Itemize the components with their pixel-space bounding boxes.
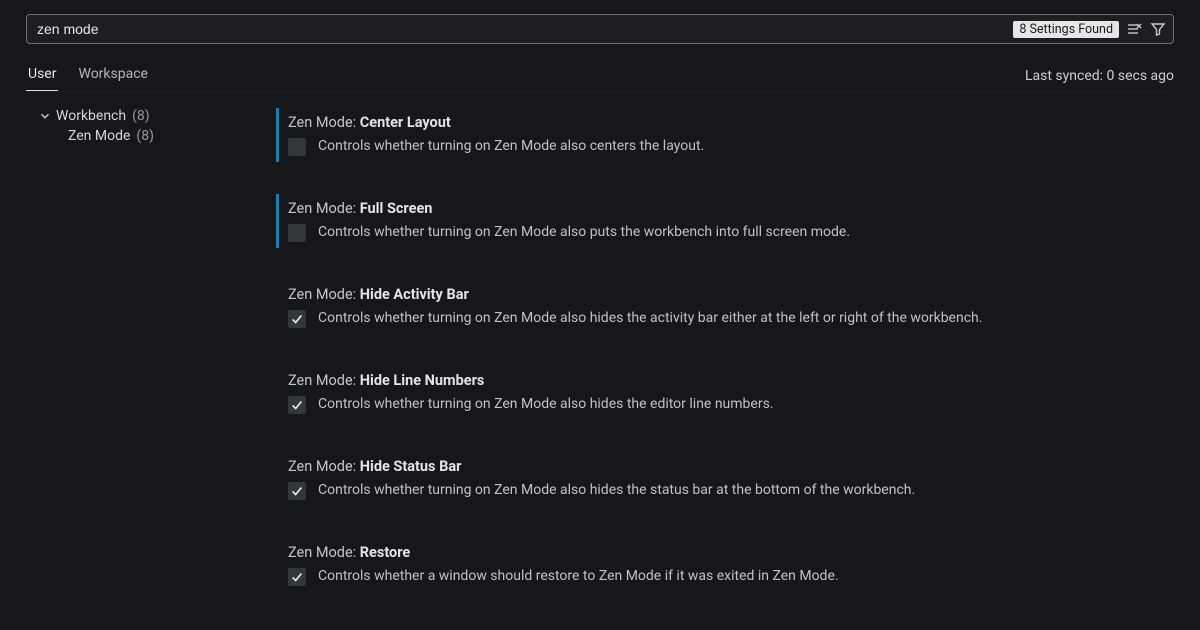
toc-item-workbench[interactable]: Workbench (8) (26, 106, 246, 126)
setting-title-prefix: Zen Mode: (288, 114, 360, 131)
results-count-badge: 8 Settings Found (1013, 21, 1119, 38)
setting-description: Controls whether turning on Zen Mode als… (318, 481, 915, 499)
clear-filters-icon[interactable] (1125, 20, 1143, 38)
settings-list[interactable]: Zen Mode: Center Layout Controls whether … (246, 92, 1174, 630)
setting-checkbox[interactable] (288, 568, 306, 586)
toc-item-zen-mode[interactable]: Zen Mode (8) (26, 126, 246, 146)
setting-item: Zen Mode: Restore Controls whether a wind… (276, 534, 1174, 596)
setting-title-prefix: Zen Mode: (288, 286, 360, 303)
setting-title: Zen Mode: Hide Line Numbers (288, 372, 1174, 389)
setting-body: Controls whether turning on Zen Mode als… (288, 481, 1174, 500)
setting-body: Controls whether turning on Zen Mode als… (288, 223, 1174, 242)
setting-title: Zen Mode: Restore (288, 544, 1174, 561)
setting-checkbox[interactable] (288, 482, 306, 500)
tab-workspace[interactable]: Workspace (76, 60, 150, 91)
scope-row: User Workspace Last synced: 0 secs ago (26, 60, 1174, 92)
setting-body: Controls whether turning on Zen Mode als… (288, 137, 1174, 156)
search-input[interactable] (27, 15, 1013, 43)
setting-body: Controls whether turning on Zen Mode als… (288, 395, 1174, 414)
setting-title-name: Restore (360, 544, 410, 561)
chevron-down-icon (38, 109, 52, 123)
search-right-group: 8 Settings Found (1013, 20, 1173, 38)
sync-status: Last synced: 0 secs ago (1025, 68, 1174, 91)
setting-item: Zen Mode: Hide Status Bar Controls whethe… (276, 448, 1174, 510)
setting-title-name: Full Screen (360, 200, 433, 217)
setting-checkbox[interactable] (288, 138, 306, 156)
setting-title-name: Hide Status Bar (360, 458, 462, 475)
setting-item: Zen Mode: Full Screen Controls whether tu… (276, 190, 1174, 252)
setting-description: Controls whether a window should restore… (318, 567, 839, 585)
setting-item: Zen Mode: Hide Line Numbers Controls whet… (276, 362, 1174, 424)
setting-body: Controls whether turning on Zen Mode als… (288, 309, 1174, 328)
setting-title: Zen Mode: Center Layout (288, 114, 1174, 131)
scope-tabs: User Workspace (26, 60, 150, 91)
setting-title-prefix: Zen Mode: (288, 544, 360, 561)
setting-body: Controls whether a window should restore… (288, 567, 1174, 586)
setting-title-prefix: Zen Mode: (288, 200, 360, 217)
toc-count: (8) (136, 128, 154, 144)
setting-checkbox[interactable] (288, 224, 306, 242)
setting-title: Zen Mode: Hide Status Bar (288, 458, 1174, 475)
setting-title-name: Hide Line Numbers (360, 372, 485, 389)
setting-title: Zen Mode: Full Screen (288, 200, 1174, 217)
setting-item: Zen Mode: Center Layout Controls whether … (276, 104, 1174, 166)
setting-title-prefix: Zen Mode: (288, 458, 360, 475)
setting-title-name: Center Layout (360, 114, 451, 131)
search-box: 8 Settings Found (26, 14, 1174, 44)
setting-item: Zen Mode: Hide Activity Bar Controls whet… (276, 276, 1174, 338)
setting-description: Controls whether turning on Zen Mode als… (318, 137, 704, 155)
tab-user[interactable]: User (26, 60, 58, 91)
setting-title-name: Hide Activity Bar (360, 286, 469, 303)
setting-description: Controls whether turning on Zen Mode als… (318, 395, 774, 413)
setting-title-prefix: Zen Mode: (288, 372, 360, 389)
setting-description: Controls whether turning on Zen Mode als… (318, 223, 850, 241)
filter-icon[interactable] (1149, 20, 1167, 38)
toc-count: (8) (132, 108, 150, 124)
toc-label: Zen Mode (68, 128, 130, 144)
settings-body: Workbench (8) Zen Mode (8) Zen Mode: Cen… (26, 92, 1174, 630)
setting-checkbox[interactable] (288, 310, 306, 328)
setting-description: Controls whether turning on Zen Mode als… (318, 309, 982, 327)
settings-editor: 8 Settings Found User Workspace (0, 0, 1200, 630)
toc-label: Workbench (56, 108, 126, 124)
setting-checkbox[interactable] (288, 396, 306, 414)
setting-title: Zen Mode: Hide Activity Bar (288, 286, 1174, 303)
toc-tree: Workbench (8) Zen Mode (8) (26, 92, 246, 630)
